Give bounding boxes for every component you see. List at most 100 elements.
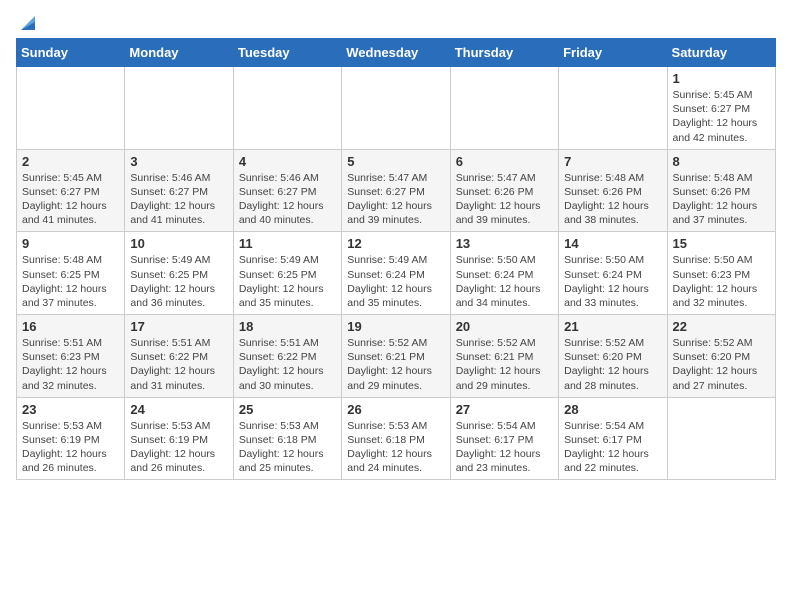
- calendar-header-row: SundayMondayTuesdayWednesdayThursdayFrid…: [17, 39, 776, 67]
- calendar-cell: 12 Sunrise: 5:49 AM Sunset: 6:24 PM Dayli…: [342, 232, 450, 315]
- calendar-cell: 10 Sunrise: 5:49 AM Sunset: 6:25 PM Dayli…: [125, 232, 233, 315]
- calendar-cell: 4 Sunrise: 5:46 AM Sunset: 6:27 PM Daylig…: [233, 149, 341, 232]
- calendar-week-1: 1Sunrise: 5:45 AM Sunset: 6:27 PM Daylig…: [17, 67, 776, 150]
- day-number: 7: [564, 154, 661, 169]
- day-number: 22: [673, 319, 770, 334]
- calendar-cell: 27 Sunrise: 5:54 AM Sunset: 6:17 PM Dayli…: [450, 397, 558, 480]
- day-number: 21: [564, 319, 661, 334]
- day-info: Sunrise: 5:50 AM Sunset: 6:23 PM Dayligh…: [673, 253, 770, 310]
- calendar-cell: 16 Sunrise: 5:51 AM Sunset: 6:23 PM Dayli…: [17, 315, 125, 398]
- day-info: Sunrise: 5:51 AM Sunset: 6:22 PM Dayligh…: [130, 336, 227, 393]
- calendar-cell: 17 Sunrise: 5:51 AM Sunset: 6:22 PM Dayli…: [125, 315, 233, 398]
- day-info: Sunrise: 5:53 AM Sunset: 6:19 PM Dayligh…: [22, 419, 119, 476]
- day-number: 23: [22, 402, 119, 417]
- calendar-cell: [342, 67, 450, 150]
- calendar-cell: 15 Sunrise: 5:50 AM Sunset: 6:23 PM Dayli…: [667, 232, 775, 315]
- day-number: 24: [130, 402, 227, 417]
- calendar-cell: 18 Sunrise: 5:51 AM Sunset: 6:22 PM Dayli…: [233, 315, 341, 398]
- day-number: 8: [673, 154, 770, 169]
- calendar-cell: 5 Sunrise: 5:47 AM Sunset: 6:27 PM Daylig…: [342, 149, 450, 232]
- day-info: Sunrise: 5:46 AM Sunset: 6:27 PM Dayligh…: [130, 171, 227, 228]
- day-info: Sunrise: 5:52 AM Sunset: 6:20 PM Dayligh…: [564, 336, 661, 393]
- page-header: [16, 16, 776, 28]
- day-info: Sunrise: 5:53 AM Sunset: 6:18 PM Dayligh…: [347, 419, 444, 476]
- day-number: 14: [564, 236, 661, 251]
- calendar-cell: 22Sunrise: 5:52 AM Sunset: 6:20 PM Dayli…: [667, 315, 775, 398]
- calendar-cell: 24 Sunrise: 5:53 AM Sunset: 6:19 PM Dayli…: [125, 397, 233, 480]
- day-info: Sunrise: 5:49 AM Sunset: 6:25 PM Dayligh…: [239, 253, 336, 310]
- day-info: Sunrise: 5:49 AM Sunset: 6:24 PM Dayligh…: [347, 253, 444, 310]
- day-info: Sunrise: 5:52 AM Sunset: 6:21 PM Dayligh…: [347, 336, 444, 393]
- calendar-week-2: 2 Sunrise: 5:45 AM Sunset: 6:27 PM Daylig…: [17, 149, 776, 232]
- day-number: 2: [22, 154, 119, 169]
- day-header-monday: Monday: [125, 39, 233, 67]
- calendar-cell: [17, 67, 125, 150]
- calendar-week-4: 16 Sunrise: 5:51 AM Sunset: 6:23 PM Dayli…: [17, 315, 776, 398]
- day-header-friday: Friday: [559, 39, 667, 67]
- day-info: Sunrise: 5:47 AM Sunset: 6:27 PM Dayligh…: [347, 171, 444, 228]
- calendar-cell: 28 Sunrise: 5:54 AM Sunset: 6:17 PM Dayli…: [559, 397, 667, 480]
- day-info: Sunrise: 5:46 AM Sunset: 6:27 PM Dayligh…: [239, 171, 336, 228]
- day-number: 1: [673, 71, 770, 86]
- day-number: 10: [130, 236, 227, 251]
- calendar-cell: 2 Sunrise: 5:45 AM Sunset: 6:27 PM Daylig…: [17, 149, 125, 232]
- day-number: 28: [564, 402, 661, 417]
- calendar-cell: [559, 67, 667, 150]
- calendar-table: SundayMondayTuesdayWednesdayThursdayFrid…: [16, 38, 776, 480]
- day-info: Sunrise: 5:48 AM Sunset: 6:26 PM Dayligh…: [564, 171, 661, 228]
- day-info: Sunrise: 5:48 AM Sunset: 6:25 PM Dayligh…: [22, 253, 119, 310]
- calendar-cell: 7 Sunrise: 5:48 AM Sunset: 6:26 PM Daylig…: [559, 149, 667, 232]
- calendar-cell: 6 Sunrise: 5:47 AM Sunset: 6:26 PM Daylig…: [450, 149, 558, 232]
- day-info: Sunrise: 5:52 AM Sunset: 6:21 PM Dayligh…: [456, 336, 553, 393]
- day-header-thursday: Thursday: [450, 39, 558, 67]
- day-header-sunday: Sunday: [17, 39, 125, 67]
- day-number: 18: [239, 319, 336, 334]
- calendar-cell: [233, 67, 341, 150]
- calendar-cell: [125, 67, 233, 150]
- day-number: 5: [347, 154, 444, 169]
- calendar-cell: 1Sunrise: 5:45 AM Sunset: 6:27 PM Daylig…: [667, 67, 775, 150]
- day-info: Sunrise: 5:53 AM Sunset: 6:18 PM Dayligh…: [239, 419, 336, 476]
- day-info: Sunrise: 5:50 AM Sunset: 6:24 PM Dayligh…: [456, 253, 553, 310]
- day-number: 4: [239, 154, 336, 169]
- day-header-wednesday: Wednesday: [342, 39, 450, 67]
- day-info: Sunrise: 5:49 AM Sunset: 6:25 PM Dayligh…: [130, 253, 227, 310]
- day-info: Sunrise: 5:51 AM Sunset: 6:23 PM Dayligh…: [22, 336, 119, 393]
- day-info: Sunrise: 5:51 AM Sunset: 6:22 PM Dayligh…: [239, 336, 336, 393]
- day-header-tuesday: Tuesday: [233, 39, 341, 67]
- calendar-week-3: 9 Sunrise: 5:48 AM Sunset: 6:25 PM Daylig…: [17, 232, 776, 315]
- logo-icon: [17, 12, 39, 34]
- day-number: 9: [22, 236, 119, 251]
- day-number: 15: [673, 236, 770, 251]
- logo: [16, 16, 39, 28]
- calendar-cell: 9 Sunrise: 5:48 AM Sunset: 6:25 PM Daylig…: [17, 232, 125, 315]
- day-number: 13: [456, 236, 553, 251]
- day-info: Sunrise: 5:54 AM Sunset: 6:17 PM Dayligh…: [564, 419, 661, 476]
- calendar-cell: 3 Sunrise: 5:46 AM Sunset: 6:27 PM Daylig…: [125, 149, 233, 232]
- calendar-cell: 19Sunrise: 5:52 AM Sunset: 6:21 PM Dayli…: [342, 315, 450, 398]
- day-info: Sunrise: 5:45 AM Sunset: 6:27 PM Dayligh…: [22, 171, 119, 228]
- calendar-cell: [667, 397, 775, 480]
- day-number: 27: [456, 402, 553, 417]
- calendar-cell: 13 Sunrise: 5:50 AM Sunset: 6:24 PM Dayli…: [450, 232, 558, 315]
- day-number: 26: [347, 402, 444, 417]
- day-header-saturday: Saturday: [667, 39, 775, 67]
- calendar-cell: [450, 67, 558, 150]
- day-number: 6: [456, 154, 553, 169]
- day-info: Sunrise: 5:47 AM Sunset: 6:26 PM Dayligh…: [456, 171, 553, 228]
- calendar-cell: 20 Sunrise: 5:52 AM Sunset: 6:21 PM Dayli…: [450, 315, 558, 398]
- day-number: 25: [239, 402, 336, 417]
- day-number: 12: [347, 236, 444, 251]
- calendar-cell: 8 Sunrise: 5:48 AM Sunset: 6:26 PM Daylig…: [667, 149, 775, 232]
- day-info: Sunrise: 5:48 AM Sunset: 6:26 PM Dayligh…: [673, 171, 770, 228]
- day-number: 16: [22, 319, 119, 334]
- day-number: 3: [130, 154, 227, 169]
- day-number: 17: [130, 319, 227, 334]
- day-number: 20: [456, 319, 553, 334]
- day-info: Sunrise: 5:53 AM Sunset: 6:19 PM Dayligh…: [130, 419, 227, 476]
- day-info: Sunrise: 5:50 AM Sunset: 6:24 PM Dayligh…: [564, 253, 661, 310]
- day-number: 11: [239, 236, 336, 251]
- calendar-cell: 26 Sunrise: 5:53 AM Sunset: 6:18 PM Dayli…: [342, 397, 450, 480]
- day-info: Sunrise: 5:54 AM Sunset: 6:17 PM Dayligh…: [456, 419, 553, 476]
- calendar-cell: 11 Sunrise: 5:49 AM Sunset: 6:25 PM Dayli…: [233, 232, 341, 315]
